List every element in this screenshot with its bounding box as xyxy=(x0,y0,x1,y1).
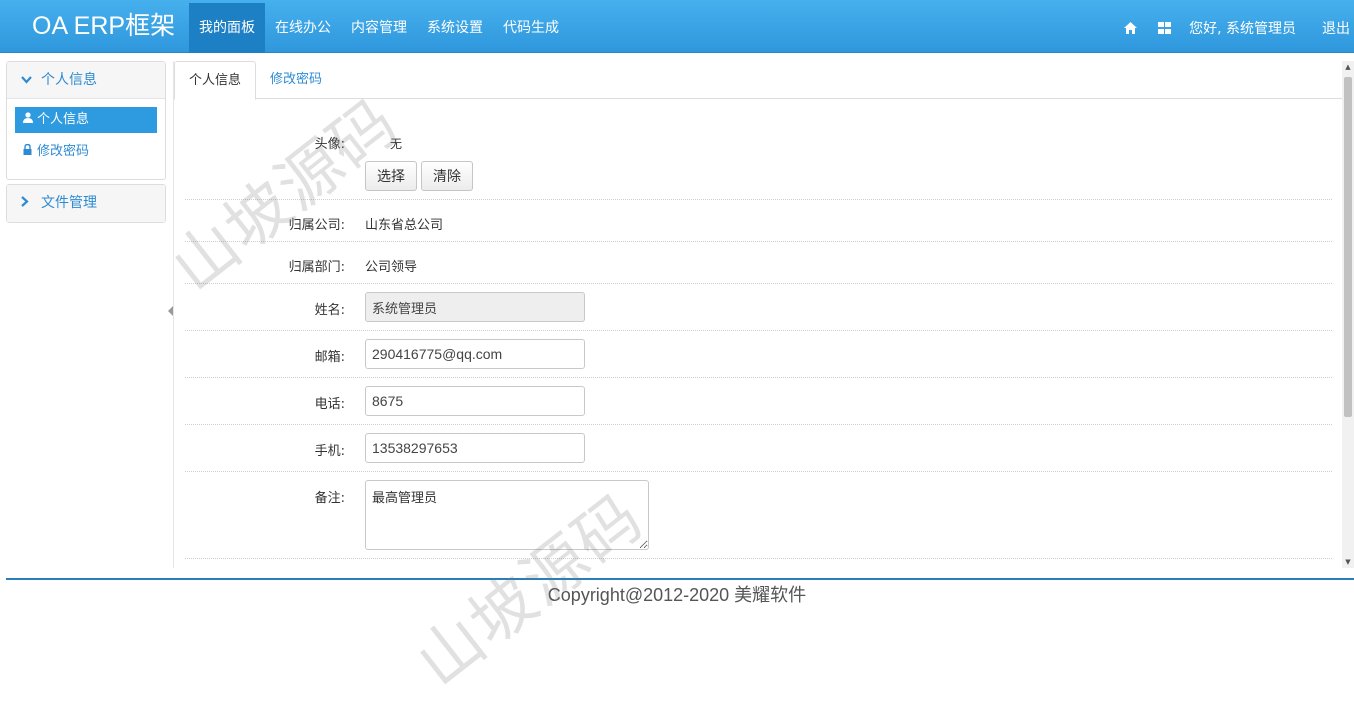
form-row-email: 邮箱: xyxy=(185,331,1332,378)
nav-right: 您好, 系统管理员 退出 xyxy=(1113,3,1354,53)
sidebar-group-file-management: 文件管理 xyxy=(6,184,166,223)
sidebar-item-label: 个人信息 xyxy=(37,112,90,127)
form-row-mobile: 手机: xyxy=(185,425,1332,472)
user-greeting[interactable]: 您好, 系统管理员 xyxy=(1181,18,1310,38)
form-row-company: 归属公司: 山东省总公司 xyxy=(185,200,1332,242)
tab-personal-info[interactable]: 个人信息 xyxy=(174,61,257,100)
home-icon[interactable] xyxy=(1113,3,1147,53)
main-nav: 我的面板 在线办公 内容管理 系统设置 代码生成 xyxy=(189,3,569,53)
remark-field[interactable]: 最高管理员 xyxy=(365,480,649,550)
avatar-buttons: 选择 清除 xyxy=(365,161,473,191)
form-row-phone: 电话: xyxy=(185,378,1332,425)
phone-label: 电话: xyxy=(314,397,345,412)
sidebar-group-personal-info: 个人信息 个人信息 修改密码 xyxy=(6,61,166,180)
mobile-label: 手机: xyxy=(314,444,345,459)
sidebar-item-label: 修改密码 xyxy=(37,144,90,159)
select-avatar-button[interactable]: 选择 xyxy=(365,161,417,191)
nav-my-panel[interactable]: 我的面板 xyxy=(189,3,265,53)
sidebar: 个人信息 个人信息 修改密码 文件管理 xyxy=(6,61,166,227)
footer-divider xyxy=(6,578,1354,580)
user-info-form: 头像: 无 选择 清除 归属公司: 山东省总公司 归属部门: 公司领导 姓名: … xyxy=(185,99,1332,559)
main-content: 个人信息 修改密码 头像: 无 选择 清除 归属公司: 山东省总公司 归属部门:… xyxy=(173,61,1342,568)
nav-system-settings[interactable]: 系统设置 xyxy=(417,3,493,53)
nav-content-management[interactable]: 内容管理 xyxy=(341,3,417,53)
email-field[interactable] xyxy=(365,339,585,369)
scroll-down-arrow-icon[interactable]: ▼ xyxy=(1342,556,1354,568)
form-row-name: 姓名: xyxy=(185,284,1332,331)
nav-online-office[interactable]: 在线办公 xyxy=(265,3,341,53)
company-value: 山东省总公司 xyxy=(365,218,444,233)
grid-icon[interactable] xyxy=(1147,3,1181,53)
form-row-department: 归属部门: 公司领导 xyxy=(185,242,1332,284)
form-row-avatar: 头像: 无 选择 清除 xyxy=(185,99,1332,200)
scroll-up-arrow-icon[interactable]: ▲ xyxy=(1342,61,1354,73)
brand-logo[interactable]: OA ERP框架 xyxy=(32,10,175,42)
main-scrollbar[interactable]: ▲ ▼ xyxy=(1342,61,1354,568)
sidebar-group-title: 文件管理 xyxy=(41,195,97,211)
top-navbar: OA ERP框架 我的面板 在线办公 内容管理 系统设置 代码生成 您好, 系统… xyxy=(0,0,1354,53)
user-icon xyxy=(23,107,37,133)
department-value: 公司领导 xyxy=(365,260,418,275)
sidebar-item-change-password[interactable]: 修改密码 xyxy=(15,139,157,165)
avatar-value: 无 xyxy=(390,137,403,151)
sidebar-group-header[interactable]: 文件管理 xyxy=(7,185,165,222)
form-row-remark: 备注: 最高管理员 xyxy=(185,472,1332,559)
nav-code-generation[interactable]: 代码生成 xyxy=(493,3,569,53)
sidebar-group-title: 个人信息 xyxy=(41,72,97,88)
lock-icon xyxy=(23,139,37,165)
tab-change-password[interactable]: 修改密码 xyxy=(256,61,336,99)
mobile-field[interactable] xyxy=(365,433,585,463)
tab-bar: 个人信息 修改密码 xyxy=(174,61,1342,100)
clear-avatar-button[interactable]: 清除 xyxy=(421,161,473,191)
footer-copyright: Copyright@2012-2020 美耀软件 xyxy=(547,585,807,605)
company-label: 归属公司: xyxy=(288,218,345,233)
chevron-right-icon xyxy=(21,185,35,222)
name-field[interactable] xyxy=(365,292,585,322)
phone-field[interactable] xyxy=(365,386,585,416)
sidebar-group-header[interactable]: 个人信息 xyxy=(7,62,165,99)
department-label: 归属部门: xyxy=(288,260,345,275)
avatar-label: 头像: xyxy=(314,137,345,152)
name-label: 姓名: xyxy=(314,303,345,318)
sidebar-group-body: 个人信息 修改密码 xyxy=(7,99,165,179)
email-label: 邮箱: xyxy=(314,350,345,365)
scrollbar-thumb[interactable] xyxy=(1344,77,1352,417)
chevron-down-icon xyxy=(21,62,35,99)
logout-link[interactable]: 退出 xyxy=(1310,18,1354,38)
remark-label: 备注: xyxy=(314,491,345,506)
sidebar-item-personal-info[interactable]: 个人信息 xyxy=(15,107,157,133)
